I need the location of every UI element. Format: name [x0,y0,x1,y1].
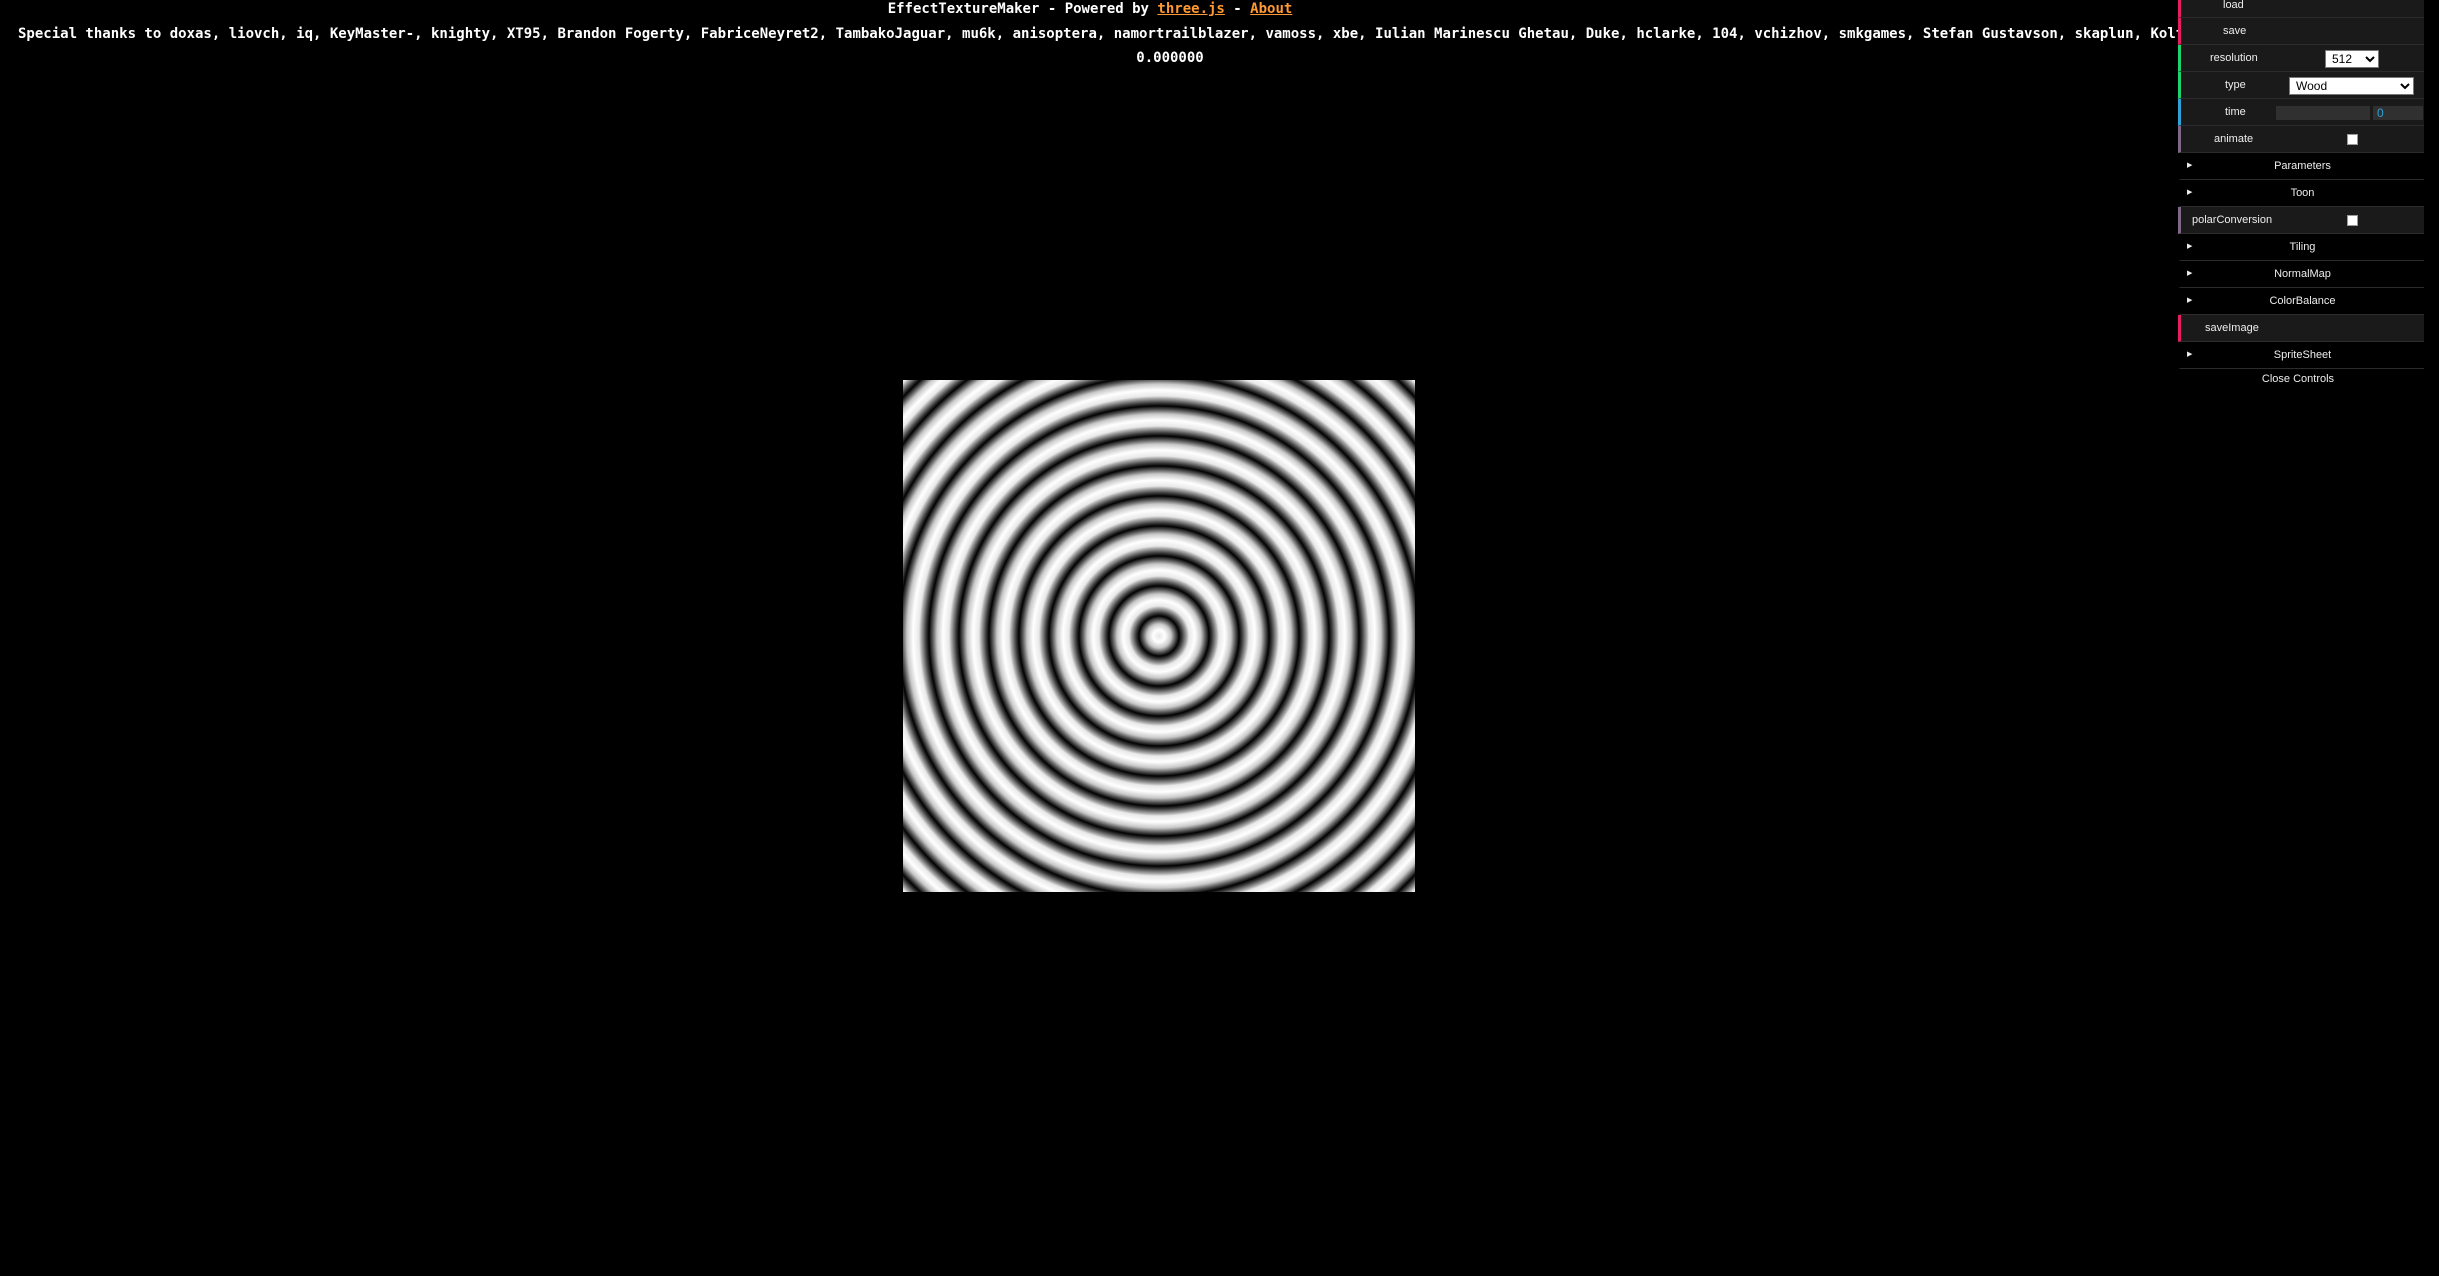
resolution-select[interactable]: 512 [2325,50,2379,68]
animate-label: animate [2214,133,2254,145]
folder-arrow-icon: ▶ [2187,297,2193,304]
controls-panel: load save resolution 512 type Wood time … [2178,0,2424,389]
folder-arrow-icon: ▶ [2187,270,2193,277]
load-label: load [2223,0,2244,11]
animate-control: animate [2178,126,2424,153]
type-label: type [2225,79,2246,91]
save-image-label: saveImage [2205,322,2259,334]
folder-parameters-label: Parameters [2274,160,2331,172]
timer-readout: 0.000000 [1136,50,1204,66]
texture-canvas [903,380,1415,892]
resolution-control: resolution 512 [2178,45,2424,72]
folder-arrow-icon: ▶ [2187,351,2193,358]
save-image-button[interactable]: saveImage [2178,315,2424,342]
about-link[interactable]: About [1250,1,1292,17]
folder-arrow-icon: ▶ [2187,243,2193,250]
folder-tiling[interactable]: ▶ Tiling [2178,234,2424,261]
folder-spritesheet[interactable]: ▶ SpriteSheet [2178,342,2424,369]
polar-conversion-label: polarConversion [2192,214,2273,226]
folder-colorbalance[interactable]: ▶ ColorBalance [2178,288,2424,315]
app-title: EffectTextureMaker [887,1,1040,17]
title-line: EffectTextureMaker - Powered by three.js… [0,0,2180,18]
type-select[interactable]: Wood [2289,77,2414,95]
type-control: type Wood [2178,72,2424,99]
save-label: save [2223,25,2247,37]
threejs-link[interactable]: three.js [1157,1,1224,17]
time-input[interactable]: 0 [2373,106,2423,120]
folder-tiling-label: Tiling [2289,241,2316,253]
animate-checkbox[interactable] [2347,134,2358,145]
separator-text: - [1224,1,1251,17]
time-label: time [2225,106,2246,118]
folder-toon-label: Toon [2290,187,2315,199]
folder-normalmap-label: NormalMap [2274,268,2331,280]
folder-toon[interactable]: ▶ Toon [2178,180,2424,207]
folder-parameters[interactable]: ▶ Parameters [2178,153,2424,180]
save-button[interactable]: save [2178,18,2424,45]
time-control: time 0 [2178,99,2424,126]
folder-arrow-icon: ▶ [2187,189,2193,196]
folder-spritesheet-label: SpriteSheet [2273,349,2332,361]
folder-colorbalance-label: ColorBalance [2269,295,2336,307]
time-slider[interactable] [2276,106,2370,120]
folder-arrow-icon: ▶ [2187,162,2193,169]
polar-conversion-checkbox[interactable] [2347,215,2358,226]
polar-conversion-control: polarConversion [2178,207,2424,234]
special-thanks: Special thanks to doxas, liovch, iq, Key… [18,26,2180,42]
powered-by-text: - Powered by [1039,1,1158,17]
info-header: EffectTextureMaker - Powered by three.js… [0,0,2180,18]
close-controls-button[interactable]: Close Controls [2178,369,2418,389]
load-button[interactable]: load [2178,0,2424,18]
resolution-label: resolution [2210,52,2258,64]
folder-normalmap[interactable]: ▶ NormalMap [2178,261,2424,288]
